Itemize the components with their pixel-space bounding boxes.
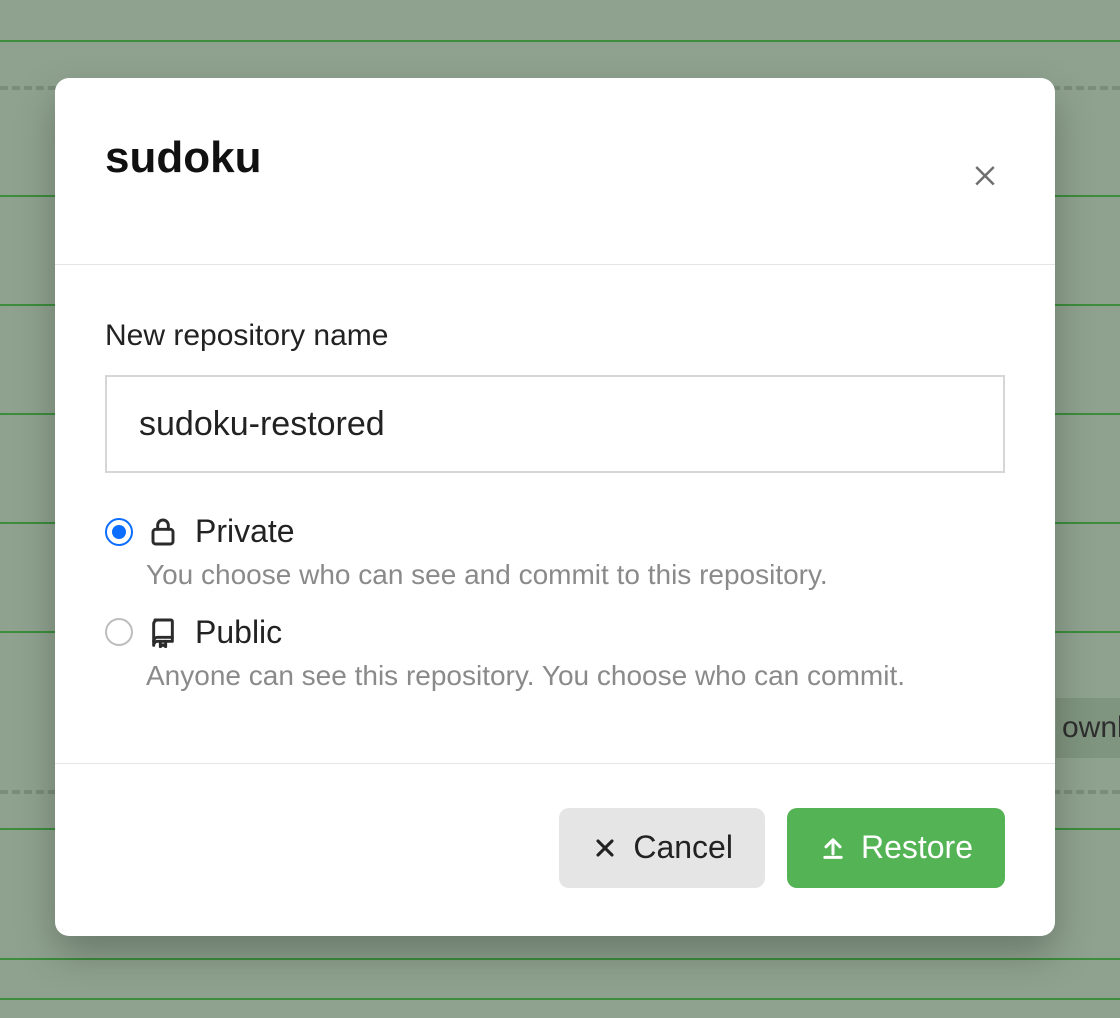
visibility-option-private[interactable]: Private [105, 513, 1005, 550]
restore-button[interactable]: Restore [787, 808, 1005, 888]
visibility-option-public[interactable]: Public [105, 614, 1005, 651]
restore-button-label: Restore [861, 829, 973, 866]
modal-footer: Cancel Restore [55, 764, 1055, 936]
bg-download-fragment: ownl [1056, 698, 1120, 758]
modal-title: sudoku [105, 134, 261, 182]
visibility-desc-public: Anyone can see this repository. You choo… [146, 657, 1005, 695]
repo-name-label: New repository name [105, 319, 1005, 353]
repo-name-input[interactable] [105, 375, 1005, 473]
lock-icon [147, 516, 181, 548]
modal-body: New repository name Private You choose w… [55, 265, 1055, 764]
restore-repo-modal: sudoku New repository name Private You c… [55, 78, 1055, 936]
bg-row-line [0, 998, 1120, 1000]
repo-icon [147, 616, 181, 648]
visibility-label-private: Private [195, 513, 295, 550]
close-button[interactable] [965, 154, 1005, 194]
x-icon [591, 834, 619, 862]
visibility-label-public: Public [195, 614, 282, 651]
upload-icon [819, 834, 847, 862]
bg-chip-text: ownl [1062, 711, 1120, 745]
cancel-button-label: Cancel [633, 829, 733, 866]
visibility-desc-private: You choose who can see and commit to thi… [146, 556, 1005, 594]
visibility-radio-group: Private You choose who can see and commi… [105, 513, 1005, 695]
close-icon [970, 159, 1000, 189]
cancel-button[interactable]: Cancel [559, 808, 765, 888]
modal-header: sudoku [55, 78, 1055, 265]
bg-row-line [0, 958, 1120, 960]
radio-indicator [105, 618, 133, 646]
bg-row-line [0, 40, 1120, 42]
radio-indicator [105, 518, 133, 546]
